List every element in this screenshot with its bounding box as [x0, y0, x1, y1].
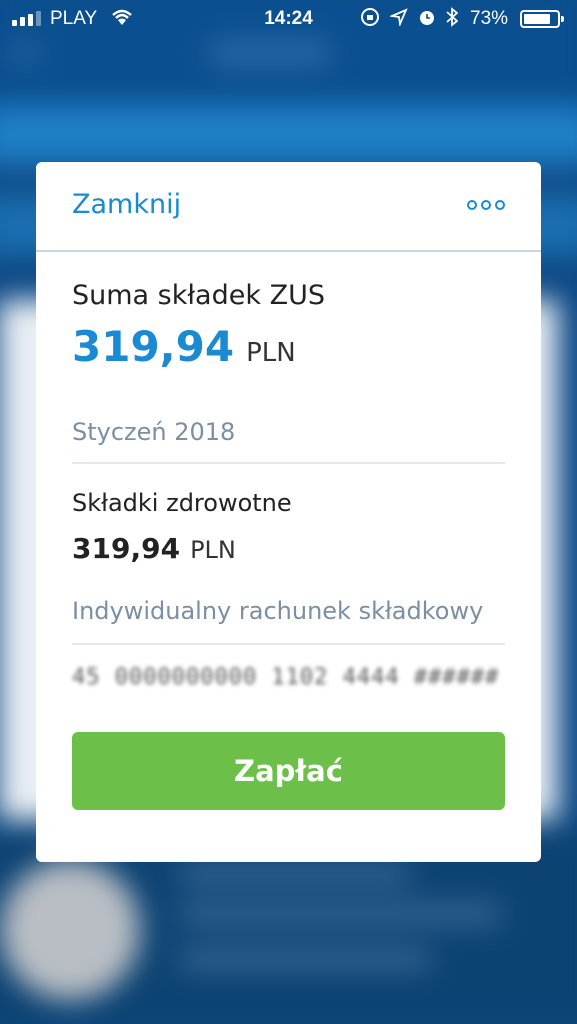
battery-icon [520, 10, 564, 28]
health-value: 319,94 [72, 532, 181, 565]
divider [72, 462, 505, 464]
health-contributions-label: Składki zdrowotne [72, 489, 292, 517]
payment-modal: Zamknij Suma składek ZUS 319,94 PLN Styc… [36, 162, 541, 862]
sum-label: Suma składek ZUS [72, 280, 325, 311]
location-icon [388, 8, 408, 32]
battery-percent: 73% [470, 8, 509, 29]
period-label: Styczeń 2018 [72, 418, 236, 446]
account-label: Indywidualny rachunek składkowy [72, 597, 484, 625]
pay-button[interactable]: Zapłać [72, 732, 505, 810]
health-contributions-amount: 319,94 PLN [72, 532, 236, 565]
more-options-icon[interactable] [467, 200, 505, 210]
rotation-lock-icon [360, 7, 380, 33]
sum-currency: PLN [246, 338, 296, 368]
health-currency: PLN [190, 536, 236, 564]
sum-amount: 319,94 PLN [72, 322, 296, 371]
alarm-icon [418, 8, 436, 32]
bluetooth-icon [446, 7, 459, 33]
account-number: 45 0000000000 1102 4444 ###### [72, 665, 500, 690]
modal-header: Zamknij [36, 162, 541, 252]
close-button[interactable]: Zamknij [72, 189, 181, 220]
status-bar: PLAY 14:24 73% [0, 0, 577, 38]
sum-value: 319,94 [72, 322, 235, 371]
divider [72, 643, 505, 645]
